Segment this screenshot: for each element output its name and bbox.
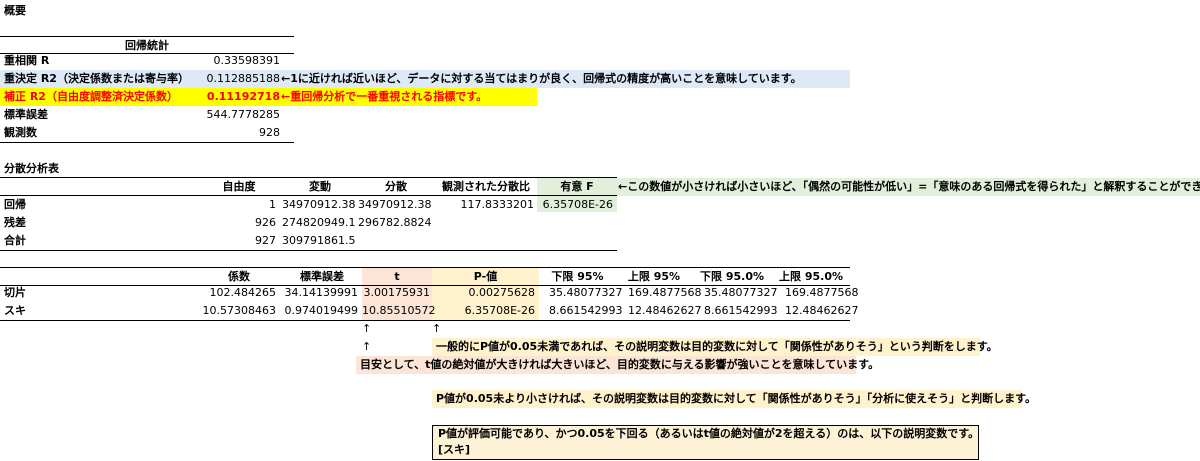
page-title: 概要 — [4, 4, 26, 17]
anova-cell: 1 — [269, 198, 276, 211]
anova-cell: 6.35708E-26 — [542, 198, 613, 211]
anova-cell: 927 — [255, 234, 276, 247]
anova-header: 自由度 — [222, 180, 256, 193]
anova-bottom-line — [0, 250, 617, 251]
anova-cell: 309791861.5 — [282, 234, 356, 247]
coef-cell: 35.48077327 — [549, 286, 623, 299]
row-value: 0.11192718 — [206, 90, 280, 103]
up-arrow-icon: ↑ — [432, 322, 442, 335]
coef-bottom-line — [0, 320, 850, 321]
row-value: 0.112885188 — [206, 72, 280, 85]
coef-cell: 10.85510572 — [362, 304, 436, 317]
up-arrow-icon: ↑ — [362, 322, 372, 335]
coef-cell: 35.48077327 — [704, 286, 778, 299]
anova-cell: 926 — [255, 216, 276, 229]
coef-cell: 12.48462627 — [785, 304, 859, 317]
conclusion-line-1: P値が評価可能であり、かつ0.05を下回る（あるいはt値の絶対値が2を超える）の… — [438, 427, 980, 440]
coef-cell: 8.661542993 — [704, 304, 778, 317]
t-value-note: 目安として、t値の絶対値が大きければ大きいほど、目的変数に与える影響が強いことを… — [360, 358, 880, 371]
coef-cell: 169.4877568 — [785, 286, 859, 299]
anova-header: 変動 — [309, 180, 331, 193]
r2-note: ←1に近ければ近いほど、データに対する当てはまりが良く、回帰式の精度が高いことを… — [281, 72, 802, 85]
conclusion-line-2: [スキ] — [438, 443, 471, 456]
signif-f-note: ←この数値が小さければ小さいほど、「偶然の可能性が低い」=「意味のある回帰式を得… — [618, 180, 1200, 193]
regression-bottom-line — [0, 142, 294, 143]
coef-cell: 12.48462627 — [628, 304, 702, 317]
row-label: 補正 R2（自由度調整済決定係数） — [4, 90, 178, 103]
anova-header: 観測された分散比 — [442, 180, 530, 193]
adj-r2-note: ←重回帰分析で一番重視される指標です。 — [281, 90, 488, 103]
row-label: 観測数 — [4, 126, 37, 139]
anova-header: 分散 — [385, 180, 407, 193]
coef-row-label: スキ — [4, 304, 26, 317]
p-value-note-2: P値が0.05未より小さければ、その説明変数は目的変数に対して「関係性がありそう… — [436, 392, 1037, 405]
coef-cell: 3.00175931 — [363, 286, 430, 299]
coef-cell: 10.57308463 — [202, 304, 276, 317]
anova-row-label: 合計 — [4, 234, 26, 247]
p-value-note: 一般的にP値が0.05未満であれば、その説明変数は目的変数に対して「関係性があり… — [436, 340, 998, 353]
anova-cell: 117.8333201 — [460, 198, 534, 211]
coef-cell: 102.484265 — [209, 286, 276, 299]
anova-row-label: 回帰 — [4, 198, 26, 211]
anova-cell: 34970912.38 — [282, 198, 356, 211]
anova-row-label: 残差 — [4, 216, 26, 229]
coef-cell: 0.974019499 — [284, 304, 358, 317]
coef-cell: 34.14139991 — [284, 286, 358, 299]
coef-cell: 0.00275628 — [468, 286, 535, 299]
anova-cell: 274820949.1 — [282, 216, 356, 229]
anova-header: 有意 F — [560, 180, 594, 193]
anova-cell: 34970912.38 — [358, 198, 432, 211]
anova-cell: 296782.8824 — [358, 216, 432, 229]
row-value: 544.7778285 — [206, 108, 280, 121]
coef-row-label: 切片 — [4, 286, 26, 299]
up-arrow-icon: ↑ — [362, 340, 372, 353]
row-label: 重相関 R — [4, 54, 50, 67]
coef-cell: 169.4877568 — [628, 286, 702, 299]
row-value: 928 — [259, 126, 280, 139]
anova-title: 分散分析表 — [4, 162, 59, 175]
coef-cell: 6.35708E-26 — [464, 304, 535, 317]
coef-cell: 8.661542993 — [549, 304, 623, 317]
row-label: 標準誤差 — [4, 108, 48, 121]
row-value: 0.33598391 — [213, 54, 280, 67]
